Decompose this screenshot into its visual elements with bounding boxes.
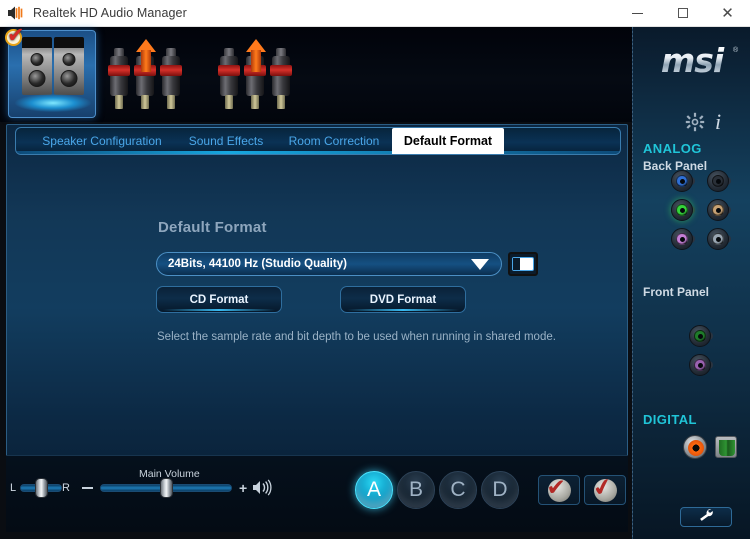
digital-section-heading: DIGITAL bbox=[643, 412, 697, 427]
front-panel-jacks-graphic bbox=[218, 39, 338, 111]
tab-sound-effects[interactable]: Sound Effects bbox=[176, 128, 276, 154]
trademark-mark: ® bbox=[733, 47, 739, 54]
default-format-dropdown[interactable]: 24Bits, 44100 Hz (Studio Quality) bbox=[156, 252, 502, 276]
jack-front-pink-mic[interactable] bbox=[689, 354, 713, 376]
jack-blue-line-in[interactable] bbox=[671, 170, 695, 192]
minimize-button[interactable] bbox=[615, 0, 660, 27]
balance-right-label: R bbox=[62, 482, 70, 494]
chevron-down-icon bbox=[471, 258, 489, 270]
device-active-glow bbox=[15, 94, 91, 112]
maximize-button[interactable] bbox=[660, 0, 705, 27]
tab-default-format[interactable]: Default Format bbox=[392, 128, 504, 154]
volume-increase-button[interactable]: + bbox=[239, 481, 247, 495]
msi-logo: msi bbox=[647, 44, 737, 77]
sidebar-divider bbox=[632, 27, 633, 539]
device-button-a[interactable]: A bbox=[355, 471, 393, 509]
coaxial-spdif-port[interactable] bbox=[683, 435, 707, 459]
format-preview-toggle[interactable] bbox=[508, 252, 538, 276]
preview-toggle-icon bbox=[512, 257, 534, 271]
info-icon[interactable]: i bbox=[715, 109, 721, 135]
format-hint-text: Select the sample rate and bit depth to … bbox=[157, 331, 556, 343]
right-sidebar: msi ® i ANALOG Back Panel Front Panel DI… bbox=[632, 27, 750, 539]
jack-green-line-out[interactable] bbox=[671, 199, 695, 221]
front-panel-label: Front Panel bbox=[643, 285, 710, 299]
tab-speaker-configuration[interactable]: Speaker Configuration bbox=[32, 128, 172, 154]
cd-format-button[interactable]: CD Format bbox=[156, 286, 282, 313]
device-check-badge: ✔ bbox=[5, 24, 25, 47]
dvd-format-button[interactable]: DVD Format bbox=[340, 286, 466, 313]
volume-decrease-button[interactable] bbox=[82, 487, 93, 489]
jack-black-rear[interactable] bbox=[707, 170, 731, 192]
device-tile-speakers[interactable]: ✔ bbox=[5, 24, 96, 118]
page-title: Default Format bbox=[158, 219, 267, 236]
optical-spdif-port[interactable] bbox=[715, 436, 737, 458]
default-format-value: 24Bits, 44100 Hz (Studio Quality) bbox=[168, 258, 347, 270]
balance-left-label: L bbox=[10, 482, 17, 494]
sidebar-settings-button[interactable] bbox=[680, 507, 732, 527]
device-info-button[interactable]: ✔ bbox=[584, 471, 626, 505]
jack-gray-side[interactable] bbox=[707, 228, 731, 250]
jack-front-green-out[interactable] bbox=[689, 325, 713, 347]
jack-tan-mic[interactable] bbox=[707, 199, 731, 221]
device-button-d[interactable]: D bbox=[481, 471, 519, 509]
close-button[interactable]: ✕ bbox=[705, 0, 750, 27]
realtek-audio-manager-window: Realtek HD Audio Manager ✕ ✔ Speaker Con… bbox=[0, 0, 750, 539]
speakers-icon bbox=[22, 37, 84, 95]
window-controls: ✕ bbox=[615, 0, 750, 27]
speaker-waves-icon bbox=[7, 5, 25, 21]
check-disc-icon: ✔ bbox=[589, 471, 617, 502]
check-disc-icon: ✔ bbox=[547, 475, 571, 502]
back-panel-jacks-graphic bbox=[108, 39, 228, 111]
tab-room-correction[interactable]: Room Correction bbox=[278, 128, 390, 154]
device-advanced-settings-button[interactable]: ✔ bbox=[538, 475, 580, 505]
wrench-icon bbox=[698, 508, 714, 527]
main-volume-knob[interactable] bbox=[160, 478, 173, 498]
analog-section-heading: ANALOG bbox=[643, 141, 702, 156]
device-button-b[interactable]: B bbox=[397, 471, 435, 509]
bottom-control-bar bbox=[6, 455, 628, 532]
window-title: Realtek HD Audio Manager bbox=[33, 6, 187, 20]
gear-icon[interactable] bbox=[685, 112, 705, 132]
balance-slider-knob[interactable] bbox=[35, 478, 48, 498]
title-bar: Realtek HD Audio Manager ✕ bbox=[0, 0, 750, 27]
jack-pink-mic[interactable] bbox=[671, 228, 695, 250]
speaker-icon[interactable] bbox=[252, 479, 272, 496]
device-button-c[interactable]: C bbox=[439, 471, 477, 509]
tab-bar: Speaker Configuration Sound Effects Room C… bbox=[15, 127, 621, 155]
